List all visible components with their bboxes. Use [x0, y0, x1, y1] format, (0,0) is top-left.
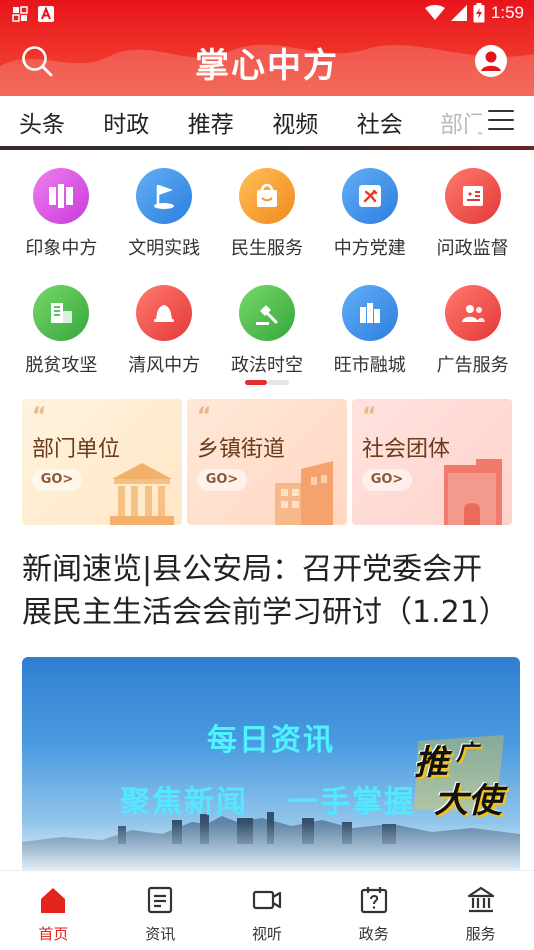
- grid-item-label: 脱贫攻坚: [25, 355, 98, 376]
- people-icon: [444, 285, 501, 341]
- flag-icon: [136, 168, 193, 224]
- status-bar: 1:59: [0, 0, 534, 30]
- banner-image[interactable]: 每日资讯 聚焦新闻 一手掌握 推 广 大使: [22, 657, 520, 872]
- notification-icon-1: [12, 6, 28, 22]
- tab-politics[interactable]: 时政: [84, 105, 169, 139]
- grid-item-livelihood[interactable]: 民生服务: [216, 160, 319, 277]
- wifi-icon: [424, 5, 445, 20]
- card-towns[interactable]: “ 乡镇街道 GO>: [187, 399, 347, 525]
- tab-headlines[interactable]: 头条: [0, 105, 84, 139]
- tab-divider-strip: [0, 146, 534, 150]
- grid-item-label: 民生服务: [230, 238, 303, 259]
- supervision-icon: [444, 168, 501, 224]
- government-building-icon: [110, 463, 174, 525]
- nav-label: 服务: [465, 925, 496, 943]
- card-departments[interactable]: “ 部门单位 GO>: [22, 399, 182, 525]
- grid-item-clean-wind[interactable]: 清风中方: [113, 277, 216, 394]
- go-button[interactable]: GO>: [197, 469, 247, 491]
- entry-cards: “ 部门单位 GO> “ 乡镇街道 GO> “ 社会团体 GO>: [22, 399, 512, 525]
- nav-services[interactable]: 服务: [427, 871, 534, 950]
- grid-item-supervision[interactable]: 问政监督: [421, 160, 524, 277]
- go-button[interactable]: GO>: [362, 469, 412, 491]
- banner-line-2b: 一手掌握: [288, 785, 416, 820]
- calendar-question-icon: [360, 887, 387, 914]
- bag-icon: [238, 168, 295, 224]
- grid-item-label: 政法时空: [230, 355, 303, 376]
- signal-icon: [450, 5, 467, 21]
- town-buildings-icon: [275, 461, 333, 525]
- video-icon: [252, 890, 282, 910]
- tab-society[interactable]: 社会: [338, 105, 423, 139]
- grid-item-label: 印象中方: [25, 238, 98, 259]
- promo-ambassador-badge: 推 广 大使: [412, 733, 508, 821]
- grid-item-ads[interactable]: 广告服务: [421, 277, 524, 394]
- grid-item-poverty[interactable]: 脱贫攻坚: [10, 277, 113, 394]
- grid-item-label: 文明实践: [128, 238, 201, 259]
- nav-label: 视听: [251, 925, 282, 943]
- grid-page-indicator: [245, 380, 289, 385]
- nav-video[interactable]: 视听: [214, 871, 321, 950]
- bank-icon: [467, 886, 494, 913]
- gavel-icon: [238, 285, 295, 341]
- banner-line-2a: 聚焦新闻: [120, 785, 248, 820]
- battery-icon: [473, 3, 485, 23]
- user-profile-button[interactable]: [474, 44, 508, 78]
- news-icon: [148, 886, 173, 914]
- city-icon: [341, 285, 398, 341]
- news-headline[interactable]: 新闻速览|县公安局：召开党委会开展民主生活会会前学习研讨（1.21）: [22, 548, 512, 634]
- grid-item-label: 旺市融城: [333, 355, 406, 376]
- card-social-groups[interactable]: “ 社会团体 GO>: [352, 399, 512, 525]
- quote-icon: “: [32, 404, 47, 429]
- grid-item-label: 清风中方: [128, 355, 201, 376]
- nav-label: 政务: [358, 925, 389, 943]
- grid-item-impression[interactable]: 印象中方: [10, 160, 113, 277]
- tab-video[interactable]: 视频: [253, 105, 338, 139]
- nav-home[interactable]: 首页: [0, 871, 107, 950]
- app-screen: 1:59 掌心中方 头条 时政 推荐 视频 社会 部门 印象中方 文明实践 民生…: [0, 0, 534, 950]
- menu-icon[interactable]: [488, 110, 514, 132]
- app-header: 1:59 掌心中方: [0, 0, 534, 96]
- community-building-icon: [444, 459, 502, 525]
- quote-icon: “: [362, 404, 377, 429]
- nav-news[interactable]: 资讯: [107, 871, 214, 950]
- user-icon: [475, 45, 507, 77]
- app-title: 掌心中方: [195, 46, 339, 86]
- category-tabs: 头条 时政 推荐 视频 社会 部门: [0, 96, 534, 148]
- status-time: 1:59: [490, 3, 524, 22]
- impression-icon: [33, 168, 90, 224]
- grid-item-civilization[interactable]: 文明实践: [113, 160, 216, 277]
- go-button[interactable]: GO>: [32, 469, 82, 491]
- grid-item-party[interactable]: 中方党建: [318, 160, 421, 277]
- nav-label: 首页: [38, 925, 69, 943]
- grid-item-label: 中方党建: [333, 238, 406, 259]
- quote-icon: “: [197, 404, 212, 429]
- grid-item-label: 问政监督: [436, 238, 509, 259]
- party-icon: [341, 168, 398, 224]
- nav-label: 资讯: [145, 925, 176, 943]
- grid-item-law[interactable]: 政法时空: [216, 277, 319, 394]
- nav-government[interactable]: 政务: [320, 871, 427, 950]
- notification-icon-2: [38, 6, 54, 22]
- bell-icon: [136, 285, 193, 341]
- tab-recommended[interactable]: 推荐: [169, 105, 254, 139]
- service-grid: 印象中方 文明实践 民生服务 中方党建 问政监督 脱贫攻坚 清风中方 政法时空 …: [10, 160, 524, 394]
- home-icon: [41, 888, 66, 913]
- grid-item-city[interactable]: 旺市融城: [318, 277, 421, 394]
- card-title: 部门单位: [32, 437, 121, 462]
- bottom-navigation: 首页 资讯 视听 政务 服务: [0, 870, 534, 950]
- building-icon: [33, 285, 90, 341]
- grid-item-label: 广告服务: [436, 355, 509, 376]
- tab-departments[interactable]: 部门: [422, 105, 482, 139]
